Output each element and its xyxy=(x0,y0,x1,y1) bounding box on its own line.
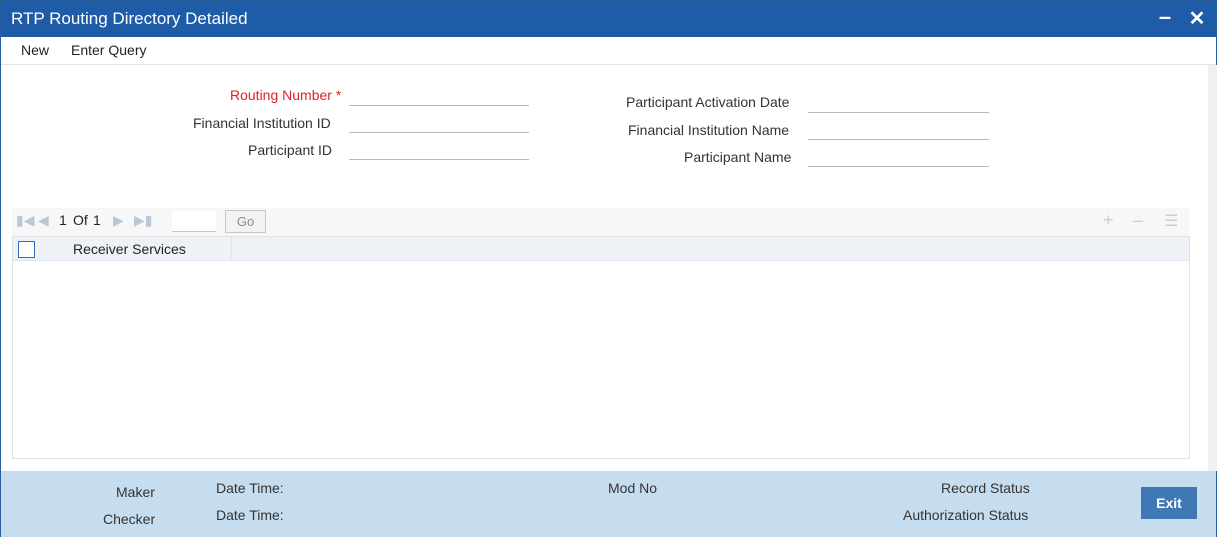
financial-institution-name-label: Financial Institution Name xyxy=(628,122,790,138)
maker-label: Maker xyxy=(116,484,155,500)
next-page-icon[interactable]: ▶ xyxy=(113,212,124,229)
close-icon[interactable]: ✕ xyxy=(1185,7,1209,31)
routing-number-label-text: Routing Number xyxy=(230,87,332,103)
column-header-receiver-services[interactable]: Receiver Services xyxy=(45,237,232,261)
authorization-status-label: Authorization Status xyxy=(903,507,1029,523)
menu-item-new[interactable]: New xyxy=(21,42,49,58)
financial-institution-name-input[interactable] xyxy=(808,120,989,140)
routing-number-input[interactable] xyxy=(349,86,529,106)
total-pages-number: 1 xyxy=(93,212,101,228)
participant-id-input[interactable] xyxy=(349,140,529,160)
grid-pager: ▮◀ ◀ 1 Of 1 ▶ ▶▮ Go + – ☰ xyxy=(12,208,1190,236)
page-number-input[interactable] xyxy=(172,211,216,232)
add-row-icon[interactable]: + xyxy=(1103,210,1114,231)
routing-number-label: Routing Number * xyxy=(230,87,341,103)
participant-activation-date-input[interactable] xyxy=(808,93,989,113)
minimize-icon[interactable]: – xyxy=(1153,6,1177,31)
first-page-icon[interactable]: ▮◀ xyxy=(16,212,34,229)
financial-institution-id-input[interactable] xyxy=(349,113,529,133)
menu-bar: New Enter Query xyxy=(1,37,1216,65)
window-title: RTP Routing Directory Detailed xyxy=(11,9,248,28)
audit-footer: Maker Checker Date Time: Date Time: Mod … xyxy=(1,471,1216,537)
page-of-label: Of xyxy=(73,212,88,228)
select-all-checkbox[interactable] xyxy=(18,241,35,258)
last-page-icon[interactable]: ▶▮ xyxy=(134,212,152,229)
single-view-icon[interactable]: ☰ xyxy=(1164,211,1178,231)
required-marker: * xyxy=(335,87,342,103)
title-bar: RTP Routing Directory Detailed – ✕ xyxy=(1,1,1216,37)
mod-no-label: Mod No xyxy=(608,480,658,496)
checker-date-time-label: Date Time: xyxy=(216,507,284,523)
participant-id-label: Participant ID xyxy=(248,142,333,158)
menu-item-enter-query[interactable]: Enter Query xyxy=(71,42,146,58)
financial-institution-id-label: Financial Institution ID xyxy=(193,115,331,131)
current-page-number: 1 xyxy=(59,212,67,228)
checker-label: Checker xyxy=(103,511,156,527)
go-button[interactable]: Go xyxy=(225,210,266,233)
participant-activation-date-label: Participant Activation Date xyxy=(626,94,790,110)
grid-header: Receiver Services xyxy=(13,237,1189,261)
record-status-label: Record Status xyxy=(941,480,1030,496)
column-header-label: Receiver Services xyxy=(73,241,186,257)
rtp-routing-directory-window: RTP Routing Directory Detailed – ✕ New E… xyxy=(0,0,1217,537)
delete-row-icon[interactable]: – xyxy=(1133,210,1143,231)
participant-name-input[interactable] xyxy=(808,147,989,167)
previous-page-icon[interactable]: ◀ xyxy=(38,212,49,229)
vertical-scrollbar[interactable] xyxy=(1208,65,1217,471)
exit-button[interactable]: Exit xyxy=(1141,487,1197,519)
receiver-services-grid: Receiver Services xyxy=(12,236,1190,459)
maker-date-time-label: Date Time: xyxy=(216,480,284,496)
participant-name-label: Participant Name xyxy=(684,149,792,165)
